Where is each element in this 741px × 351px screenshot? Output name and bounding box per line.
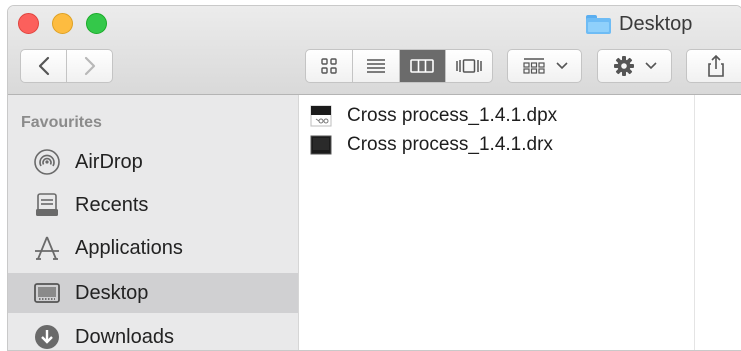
sidebar-item-downloads[interactable]: Downloads (8, 317, 298, 350)
column-divider[interactable] (694, 95, 695, 350)
navigation-buttons (20, 49, 113, 83)
window-title-text: Desktop (619, 12, 693, 35)
forward-button[interactable] (66, 50, 112, 82)
view-mode-control (305, 49, 493, 83)
downloads-icon (33, 323, 61, 350)
gear-icon (613, 56, 634, 76)
folder-icon (586, 14, 611, 34)
sidebar-item-airdrop[interactable]: AirDrop (8, 142, 298, 182)
sidebar: Favourites AirDrop Recents Applications … (8, 95, 299, 350)
group-grid-icon (522, 58, 545, 74)
chevron-down-icon (555, 62, 568, 70)
zoom-window-button[interactable] (86, 13, 107, 34)
icon-view-button[interactable] (306, 50, 352, 82)
recents-icon (33, 191, 61, 219)
file-name: Cross process_1.4.1.drx (347, 134, 553, 155)
window-title: Desktop (586, 12, 692, 36)
icon-view-icon (321, 58, 337, 74)
sidebar-item-applications[interactable]: Applications (8, 228, 298, 268)
desktop-icon (33, 279, 61, 307)
minimize-window-button[interactable] (52, 13, 73, 34)
chevron-right-icon (84, 56, 95, 76)
sidebar-item-label: Recents (75, 193, 149, 216)
list-view-icon (366, 59, 385, 73)
action-button[interactable] (597, 49, 672, 83)
file-column: Cross process_1.4.1.dpx Cross process_1.… (299, 95, 741, 350)
finder-window: Desktop Favourites AirDrop Recents Appli… (7, 5, 741, 351)
airdrop-icon (33, 148, 61, 176)
group-by-button[interactable] (507, 49, 582, 83)
sidebar-item-label: AirDrop (75, 150, 143, 173)
sidebar-item-label: Downloads (75, 325, 174, 348)
sidebar-item-desktop[interactable]: Desktop (8, 273, 298, 313)
applications-icon (33, 234, 61, 262)
cover-flow-icon (456, 59, 482, 73)
column-view-button[interactable] (398, 50, 446, 82)
sidebar-item-label: Desktop (75, 281, 149, 304)
cover-flow-button[interactable] (445, 50, 492, 82)
share-icon (708, 54, 724, 77)
share-button[interactable] (686, 49, 741, 83)
column-view-icon (410, 59, 435, 73)
chevron-down-icon (644, 62, 657, 70)
sidebar-section-title: Favourites (21, 114, 102, 131)
sidebar-item-recents[interactable]: Recents (8, 185, 298, 225)
sidebar-item-label: Applications (75, 236, 183, 259)
dpx-file-icon (309, 104, 333, 128)
toolbar: Desktop (8, 6, 741, 95)
chevron-left-icon (38, 56, 49, 76)
drx-file-icon (309, 133, 333, 157)
file-name: Cross process_1.4.1.dpx (347, 105, 558, 126)
close-window-button[interactable] (18, 13, 39, 34)
list-view-button[interactable] (351, 50, 399, 82)
back-button[interactable] (21, 50, 66, 82)
